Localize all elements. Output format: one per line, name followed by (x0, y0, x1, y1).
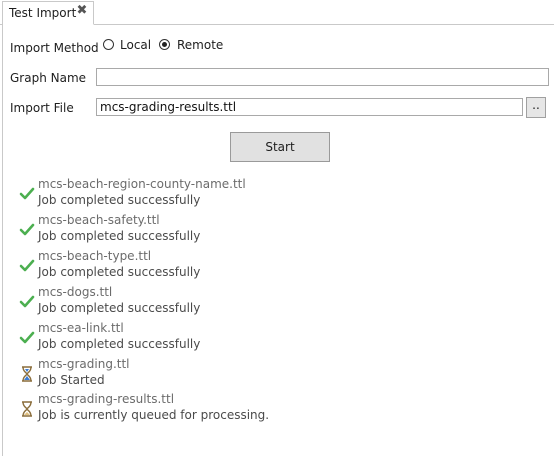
job-status: Job Started (38, 373, 105, 387)
hourglass-queued-icon (18, 400, 36, 418)
job-file-name: mcs-beach-safety.ttl (38, 213, 160, 227)
checkmark-icon (18, 293, 36, 311)
start-button[interactable]: Start (230, 132, 330, 162)
import-file-label: Import File (10, 101, 74, 115)
job-status: Job is currently queued for processing. (38, 408, 270, 422)
import-file-input[interactable]: mcs-grading-results.ttl (96, 98, 523, 116)
import-method-label: Import Method (10, 41, 99, 55)
graph-name-input[interactable] (96, 68, 549, 86)
job-item: mcs-grading.ttl Job Started (18, 357, 538, 391)
tab-title: Test Import (9, 6, 77, 20)
checkmark-icon (18, 329, 36, 347)
job-file-name: mcs-beach-region-county-name.ttl (38, 177, 246, 191)
job-status: Job completed successfully (38, 337, 201, 351)
graph-name-label: Graph Name (10, 71, 87, 85)
panel-border (2, 24, 3, 456)
job-status: Job completed successfully (38, 265, 201, 279)
checkmark-icon (18, 185, 36, 203)
job-file-name: mcs-dogs.ttl (38, 285, 113, 299)
hourglass-running-icon (18, 365, 36, 383)
close-icon[interactable]: ✖ (75, 4, 89, 18)
job-item: mcs-beach-region-county-name.ttl Job comp… (18, 177, 538, 211)
job-item: mcs-beach-safety.ttl Job completed succes… (18, 213, 538, 247)
job-file-name: mcs-beach-type.ttl (38, 249, 152, 263)
job-file-name: mcs-grading-results.ttl (38, 392, 175, 406)
job-file-name: mcs-ea-link.ttl (38, 321, 124, 335)
job-item: mcs-beach-type.ttl Job completed successf… (18, 249, 538, 283)
job-item: mcs-grading-results.ttl Job is currently … (18, 392, 538, 426)
radio-remote[interactable] (159, 39, 170, 50)
job-status: Job completed successfully (38, 229, 201, 243)
job-file-name: mcs-grading.ttl (38, 357, 130, 371)
radio-local[interactable] (103, 39, 114, 50)
tab-test-import[interactable]: Test Import ✖ (2, 1, 94, 25)
tab-strip: Test Import ✖ (0, 0, 554, 25)
job-status: Job completed successfully (38, 301, 201, 315)
checkmark-icon (18, 257, 36, 275)
job-status: Job completed successfully (38, 193, 201, 207)
browse-button[interactable]: .. (526, 97, 546, 118)
checkmark-icon (18, 221, 36, 239)
job-item: mcs-ea-link.ttl Job completed successfull… (18, 321, 538, 355)
radio-local-label[interactable]: Local (120, 38, 151, 52)
job-item: mcs-dogs.ttl Job completed successfully (18, 285, 538, 319)
radio-remote-label[interactable]: Remote (177, 38, 223, 52)
